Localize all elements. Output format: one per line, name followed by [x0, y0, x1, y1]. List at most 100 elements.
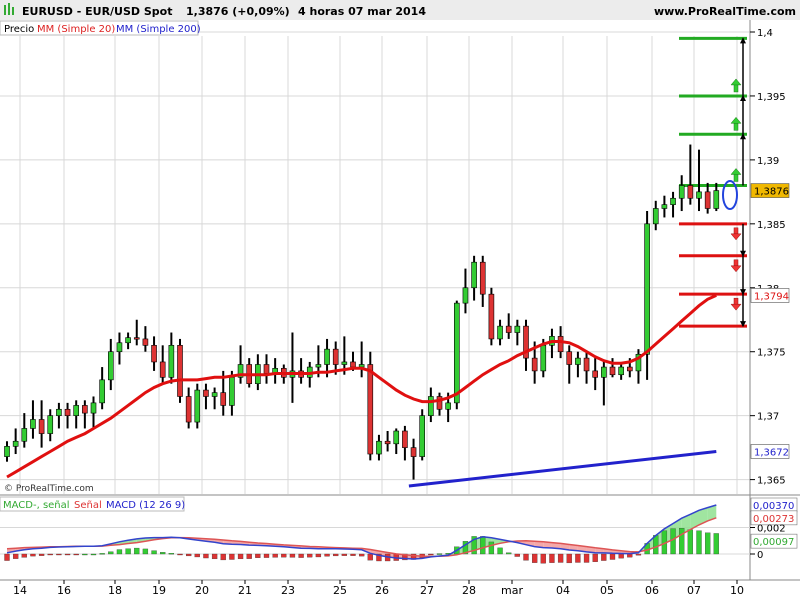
candle-up: [446, 403, 451, 409]
histogram-bar-up: [506, 553, 511, 554]
macd-axis-label: 0,00097: [753, 537, 794, 548]
candle-up: [229, 377, 234, 405]
time-label: 25: [333, 584, 347, 597]
candle-up: [91, 403, 96, 413]
candle-up: [13, 441, 18, 446]
candle-up: [463, 288, 468, 303]
candle-up: [679, 185, 684, 198]
candle-down: [567, 352, 572, 365]
legend-macd-signal[interactable]: MACD-, señal: [3, 500, 70, 511]
histogram-bar-up: [671, 529, 676, 554]
histogram-bar-up: [91, 554, 96, 555]
histogram-bar-up: [100, 553, 105, 554]
histogram-bar-up: [653, 535, 658, 554]
histogram-bar-up: [705, 533, 710, 554]
histogram-bar-up: [143, 549, 148, 554]
last-price-tag-text: 1,3876: [754, 187, 789, 198]
histogram-bar-down: [22, 554, 27, 557]
candle-up: [195, 390, 200, 422]
histogram-bar-down: [619, 554, 624, 558]
histogram-bar-down: [627, 554, 632, 557]
histogram-bar-down: [290, 554, 295, 557]
time-label: 16: [57, 584, 71, 597]
time-label: 27: [420, 584, 434, 597]
histogram-bar-down: [299, 554, 304, 558]
candle-up: [653, 208, 658, 223]
time-label: 26: [375, 584, 389, 597]
histogram-bar-down: [584, 554, 589, 562]
histogram-bar-up: [160, 552, 165, 554]
histogram-bar-down: [558, 554, 563, 562]
histogram-bar-down: [549, 554, 554, 563]
histogram-bar-down: [368, 554, 373, 560]
legend-macd[interactable]: MACD (12 26 9): [106, 500, 185, 511]
histogram-bar-down: [48, 554, 53, 555]
candle-down: [134, 338, 139, 340]
candle-down: [411, 448, 416, 457]
histogram-bar-up: [489, 542, 494, 554]
histogram-bar-down: [567, 554, 572, 563]
histogram-bar-down: [30, 554, 35, 556]
candle-up: [376, 441, 381, 454]
time-label: 04: [556, 584, 570, 597]
candle-up: [117, 343, 122, 352]
histogram-bar-up: [82, 554, 87, 555]
time-label: 19: [152, 584, 166, 597]
histogram-bar-up: [169, 553, 174, 554]
candle-up: [697, 192, 702, 198]
histogram-bar-down: [56, 554, 61, 555]
time-label: 10: [730, 584, 744, 597]
histogram-bar-down: [610, 554, 615, 560]
macd-axis-label: 0: [757, 550, 763, 561]
candle-up: [359, 365, 364, 368]
histogram-bar-down: [316, 554, 321, 557]
time-axis: 1416181920212325262728mar0405060710: [13, 580, 744, 597]
price-label: 1,37: [757, 412, 779, 423]
histogram-bar-down: [307, 554, 312, 557]
candle-up: [472, 262, 477, 288]
candle-down: [584, 358, 589, 371]
price-label: 1,385: [757, 220, 786, 231]
histogram-bar-down: [593, 554, 598, 562]
histogram-bar-up: [437, 554, 442, 555]
candle-up: [515, 326, 520, 332]
legend-ma20[interactable]: MM (Simple 20): [37, 24, 115, 35]
histogram-bar-down: [74, 554, 79, 555]
histogram-bar-down: [255, 554, 260, 558]
histogram-bar-up: [126, 549, 131, 554]
candle-down: [368, 365, 373, 455]
time-label: 07: [687, 584, 701, 597]
time-label: 28: [462, 584, 476, 597]
chart-canvas: EURUSD - EUR/USD Spot 1,3876 (+0,09%) 4 …: [0, 0, 800, 600]
candle-down: [558, 336, 563, 351]
macd-axis: 0,003700,002730,0020,000970: [750, 498, 797, 561]
price-axis: 1,41,3951,391,3851,381,3751,371,365: [750, 28, 786, 487]
histogram-bar-up: [697, 531, 702, 554]
candle-down: [152, 345, 157, 362]
instrument-title: EURUSD - EUR/USD Spot: [22, 5, 173, 18]
candle-up: [541, 345, 546, 371]
candle-up: [126, 338, 131, 343]
time-label: 23: [281, 584, 295, 597]
histogram-bar-down: [428, 554, 433, 555]
histogram-bar-down: [5, 554, 10, 561]
price-label: 1,39: [757, 156, 779, 167]
histogram-bar-down: [351, 554, 356, 556]
candle-up: [645, 224, 650, 354]
histogram-bar-down: [541, 554, 546, 563]
histogram-bar-down: [333, 554, 338, 556]
candle-up: [420, 416, 425, 457]
time-label: 06: [645, 584, 659, 597]
histogram-bar-down: [515, 554, 520, 557]
candle-up: [498, 326, 503, 339]
candle-up: [22, 428, 27, 441]
candle-down: [489, 294, 494, 339]
histogram-bar-down: [186, 554, 191, 556]
legend-price[interactable]: Precio: [4, 24, 34, 35]
candle-up: [316, 365, 321, 368]
time-label: 20: [195, 584, 209, 597]
legend-ma200[interactable]: MM (Simple 200): [116, 24, 201, 35]
candle-down: [385, 441, 390, 444]
candle-down: [65, 409, 70, 415]
legend-signal[interactable]: Señal: [74, 500, 102, 511]
